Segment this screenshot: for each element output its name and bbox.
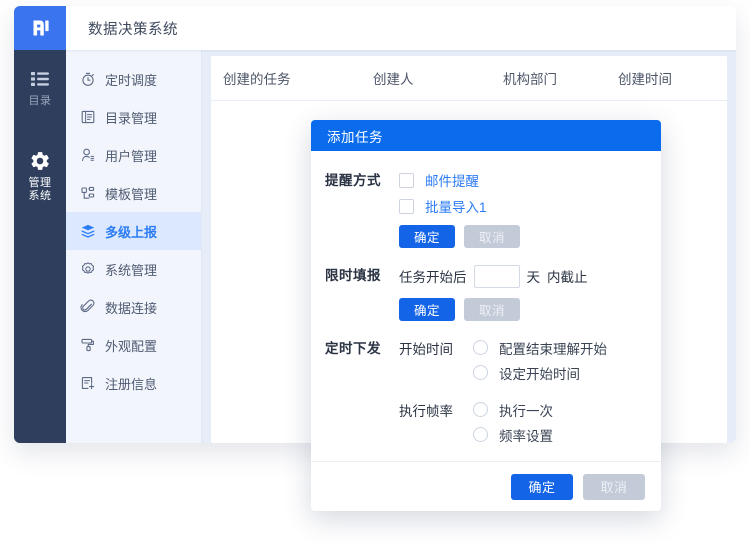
dialog-confirm-button[interactable]: 确定	[511, 473, 573, 500]
icon-rail: 目录 管理 系统	[14, 50, 66, 443]
dialog-title: 添加任务	[327, 129, 383, 145]
deadline-unit-text: 天	[526, 270, 541, 285]
sidebar-item-label: 注册信息	[105, 376, 158, 392]
sidebar-item-label: 模板管理	[105, 186, 158, 202]
sidebar-menu: 定时调度 目录管理 用户管理 模板管理 多级上报 系统管理 数据连接 外观配置 …	[66, 50, 202, 443]
sidebar-item-label: 定时调度	[105, 72, 158, 88]
table-header-row: 创建的任务 创建人 机构部门 创建时间	[211, 56, 727, 101]
sidebar-item-label: 外观配置	[105, 338, 158, 354]
sidebar-item-data-connection[interactable]: 数据连接	[66, 288, 201, 326]
dialog-footer: 确定 取消	[311, 461, 661, 511]
radio-frequency-settings[interactable]	[473, 427, 488, 442]
deadline-confirm-button[interactable]: 确定	[399, 298, 455, 321]
schedule-frequency-group: 执行帧率 执行一次 频率设置	[399, 397, 647, 447]
remind-method-label: 提醒方式	[325, 173, 381, 188]
dialog-cancel-button[interactable]: 取消	[583, 473, 645, 500]
table-column-header: 机构部门	[503, 72, 557, 87]
radio-start-after-config[interactable]	[473, 340, 488, 355]
sidebar-item-system-mgmt[interactable]: 系统管理	[66, 250, 201, 288]
register-icon	[80, 375, 96, 391]
add-task-dialog: 添加任务 提醒方式 邮件提醒 批量导入1 确定 取消 限时填报 任务开始后 天 …	[311, 120, 661, 511]
deadline-suffix-text: 内截止	[547, 270, 588, 285]
remind-option-email[interactable]: 邮件提醒	[399, 167, 647, 193]
frequency-option-once[interactable]: 执行一次	[473, 397, 647, 422]
sidebar-item-label: 多级上报	[105, 224, 158, 240]
settings-icon	[80, 261, 96, 277]
checkbox-email-remind[interactable]	[399, 172, 414, 188]
radio-frequency-once-label[interactable]: 执行一次	[499, 400, 553, 420]
checkbox-batch-import[interactable]	[399, 198, 414, 214]
table-column-header: 创建人	[373, 72, 414, 87]
user-icon	[80, 147, 96, 163]
checkbox-batch-import-label[interactable]: 批量导入1	[425, 196, 487, 216]
radio-start-custom-label[interactable]: 设定开始时间	[499, 363, 580, 383]
list-icon	[29, 68, 51, 90]
deadline-row: 限时填报 任务开始后 天 内截止	[325, 262, 647, 290]
deadline-actions: 确定 取消	[399, 298, 647, 321]
sidebar-item-label: 系统管理	[105, 262, 158, 278]
remind-confirm-button[interactable]: 确定	[399, 225, 455, 248]
sidebar-item-user-mgmt[interactable]: 用户管理	[66, 136, 201, 174]
schedule-start-time-group: 开始时间 配置结束理解开始 设定开始时间	[399, 335, 647, 385]
link-icon	[80, 299, 96, 315]
stopwatch-icon	[80, 71, 96, 87]
checkbox-email-remind-label[interactable]: 邮件提醒	[425, 170, 479, 190]
rail-item-catalog[interactable]: 目录	[14, 68, 66, 108]
rail-item-catalog-label: 目录	[28, 95, 52, 107]
layers-icon	[80, 223, 96, 239]
remind-actions: 确定 取消	[399, 225, 647, 248]
start-time-option-after-config[interactable]: 配置结束理解开始	[473, 335, 647, 360]
page-title: 数据决策系统	[88, 21, 178, 38]
rail-item-system[interactable]: 管理 系统	[14, 150, 66, 203]
catalog-icon	[80, 109, 96, 125]
paint-roller-icon	[80, 337, 96, 353]
frequency-option-settings[interactable]: 频率设置	[473, 422, 647, 447]
radio-start-custom[interactable]	[473, 365, 488, 380]
sidebar-item-label: 用户管理	[105, 148, 158, 164]
app-header: 数据决策系统	[14, 6, 736, 50]
gear-icon	[29, 150, 51, 172]
template-icon	[80, 185, 96, 201]
sidebar-item-scheduler[interactable]: 定时调度	[66, 60, 201, 98]
deadline-inline: 任务开始后 天 内截止	[399, 262, 647, 290]
radio-start-after-config-label[interactable]: 配置结束理解开始	[499, 338, 607, 358]
dialog-titlebar: 添加任务	[311, 120, 661, 151]
deadline-cancel-button[interactable]: 取消	[464, 298, 520, 321]
remind-cancel-button[interactable]: 取消	[464, 225, 520, 248]
sidebar-item-label: 目录管理	[105, 110, 158, 126]
schedule-row: 定时下发 开始时间 配置结束理解开始 设定开始时间 执行帧率 执行一次 频率设置	[325, 335, 647, 447]
radio-frequency-once[interactable]	[473, 402, 488, 417]
start-time-option-custom[interactable]: 设定开始时间	[473, 360, 647, 385]
start-time-label: 开始时间	[399, 342, 453, 357]
remind-method-row: 提醒方式 邮件提醒 批量导入1	[325, 167, 647, 219]
table-column-header: 创建的任务	[223, 72, 291, 87]
schedule-group-spacer	[399, 385, 647, 397]
deadline-label: 限时填报	[325, 268, 381, 283]
frequency-label: 执行帧率	[399, 404, 453, 419]
sidebar-item-label: 数据连接	[105, 300, 158, 316]
finereport-logo-icon	[27, 15, 53, 41]
sidebar-item-register-info[interactable]: 注册信息	[66, 364, 201, 402]
app-logo[interactable]	[14, 6, 66, 50]
dialog-body: 提醒方式 邮件提醒 批量导入1 确定 取消 限时填报 任务开始后 天 内截止 确…	[311, 151, 661, 461]
rail-item-system-label: 管理 系统	[28, 177, 52, 202]
sidebar-item-catalog-mgmt[interactable]: 目录管理	[66, 98, 201, 136]
sidebar-item-appearance[interactable]: 外观配置	[66, 326, 201, 364]
deadline-prefix-text: 任务开始后	[399, 270, 467, 285]
sidebar-item-multilevel-report[interactable]: 多级上报	[66, 212, 201, 250]
remind-option-batch-import[interactable]: 批量导入1	[399, 193, 647, 219]
sidebar-item-template-mgmt[interactable]: 模板管理	[66, 174, 201, 212]
table-column-header: 创建时间	[618, 72, 672, 87]
schedule-label: 定时下发	[325, 341, 381, 356]
radio-frequency-settings-label[interactable]: 频率设置	[499, 425, 553, 445]
deadline-days-input[interactable]	[473, 264, 520, 288]
